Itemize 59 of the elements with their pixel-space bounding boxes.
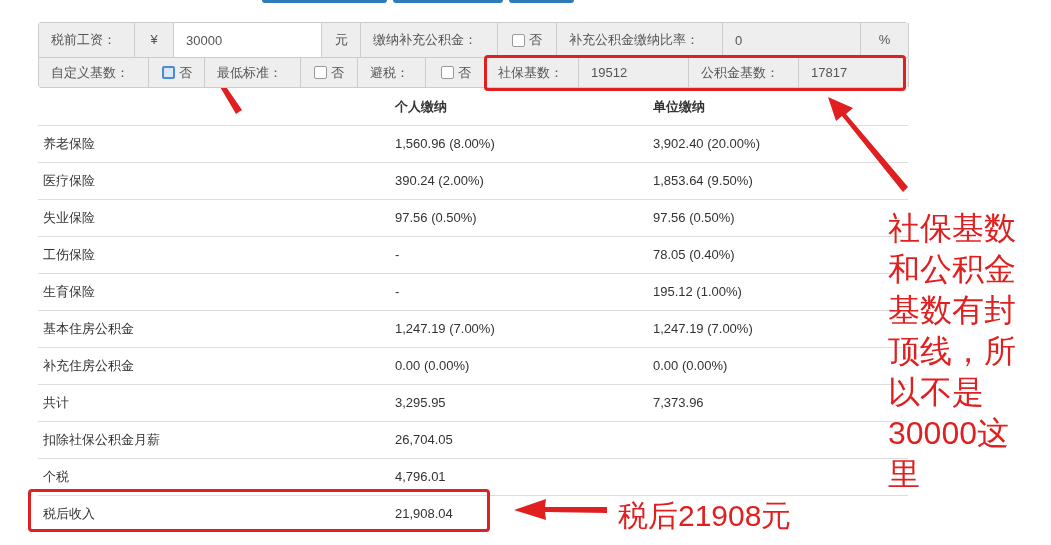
field-label: 补充公积金缴纳比率： <box>557 23 723 57</box>
value-field[interactable]: 17817 <box>799 58 909 87</box>
field-label: 公积金基数： <box>689 58 799 87</box>
table-cell: 4,796.01 <box>395 469 446 485</box>
value-field[interactable]: 19512 <box>579 58 689 87</box>
table-cell: 78.05 (0.40%) <box>653 247 735 263</box>
arrow-icon <box>514 499 607 520</box>
field-label: 缴纳补充公积金： <box>361 23 498 57</box>
table-cell: 3,902.40 (20.00%) <box>653 136 760 152</box>
tab-button[interactable] <box>509 0 574 3</box>
table-cell: 26,704.05 <box>395 432 453 448</box>
table-cell: 0.00 (0.00%) <box>395 358 470 374</box>
table-cell: 1,560.96 (8.00%) <box>395 136 495 152</box>
checkbox[interactable] <box>440 66 454 79</box>
checkbox[interactable] <box>161 66 175 79</box>
field-label: 税前工资： <box>39 23 135 57</box>
unit-addon: 元 <box>322 23 361 57</box>
field-label: 自定义基数： <box>39 58 149 87</box>
field-label: 最低标准： <box>205 58 301 87</box>
checkbox-label: 否 <box>529 31 542 50</box>
row-label: 基本住房公积金 <box>43 321 134 337</box>
table-cell: - <box>395 284 400 300</box>
checkbox[interactable] <box>314 66 327 79</box>
row-label: 生育保险 <box>43 284 95 300</box>
unit-addon: ¥ <box>135 23 174 57</box>
table-cell: 1,247.19 (7.00%) <box>653 321 753 337</box>
checkbox[interactable] <box>512 33 525 47</box>
checkbox-label: 否 <box>457 63 471 82</box>
row-label: 工伤保险 <box>43 247 95 263</box>
table-cell: 3,295.95 <box>395 395 446 411</box>
row-label: 个税 <box>43 469 69 485</box>
row-label: 共计 <box>43 395 69 411</box>
table-cell: 0.00 (0.00%) <box>653 358 728 374</box>
field-label: 社保基数： <box>486 58 579 87</box>
table-cell: 21,908.04 <box>395 506 453 522</box>
column-header: 单位缴纳 <box>653 98 705 114</box>
checkbox-label: 否 <box>178 63 192 82</box>
field-label: 避税： <box>358 58 426 87</box>
checkbox-label: 否 <box>331 63 344 82</box>
table-cell: 1,247.19 (7.00%) <box>395 321 495 337</box>
table-cell: 97.56 (0.50%) <box>395 210 477 226</box>
row-label: 养老保险 <box>43 136 95 152</box>
table-cell: 195.12 (1.00%) <box>653 284 742 300</box>
unit-addon: % <box>861 23 909 57</box>
table-cell: 97.56 (0.50%) <box>653 210 735 226</box>
arrow-icon <box>828 97 908 192</box>
table-cell: 390.24 (2.00%) <box>395 173 484 189</box>
row-label: 扣除社保公积金月薪 <box>43 432 160 448</box>
rate-field[interactable]: 0 <box>723 23 861 57</box>
table-cell: - <box>395 247 400 263</box>
table-cell: 1,853.64 (9.50%) <box>653 173 753 189</box>
row-label: 医疗保险 <box>43 173 95 189</box>
table-cell: 7,373.96 <box>653 395 704 411</box>
annotation-text: 税后21908元 <box>618 498 792 534</box>
row-label: 失业保险 <box>43 210 95 226</box>
annotation-text: 社保基数 和公积金 基数有封 顶线，所 以不是 30000这 里 <box>888 209 1017 494</box>
row-label: 补充住房公积金 <box>43 358 134 374</box>
row-label: 税后收入 <box>43 506 95 522</box>
column-header: 个人缴纳 <box>395 98 447 114</box>
